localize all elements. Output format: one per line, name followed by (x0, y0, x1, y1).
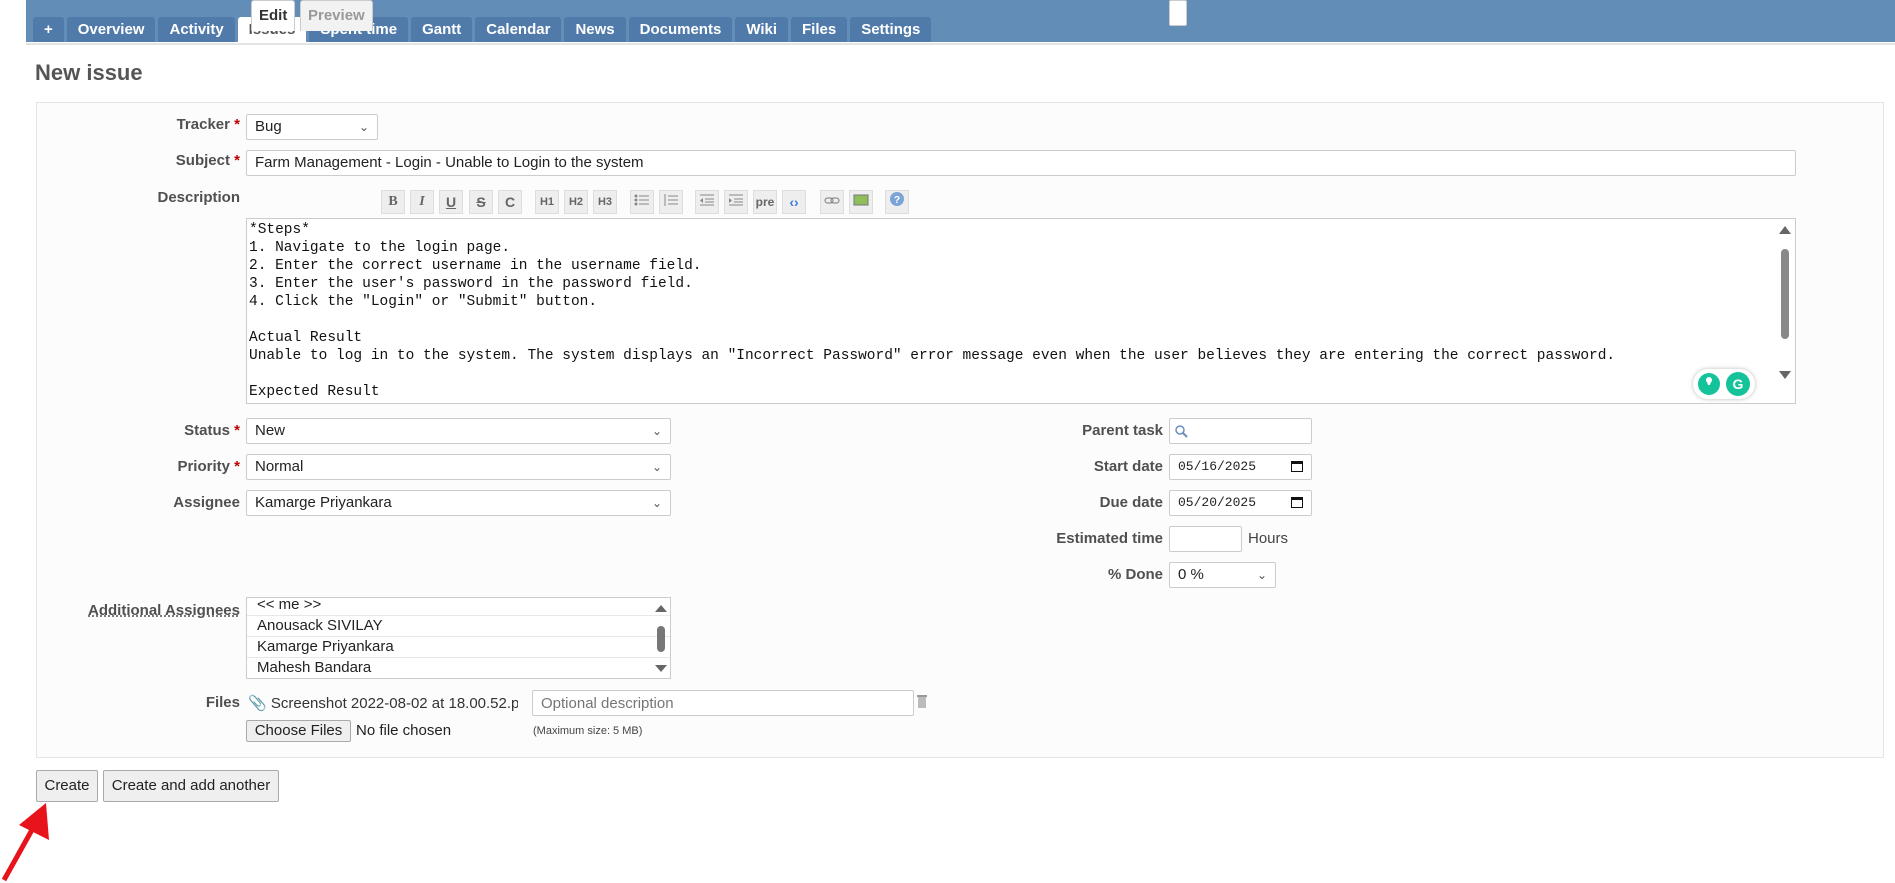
paperclip-icon: 📎 (248, 695, 267, 712)
subject-input[interactable]: Farm Management - Login - Unable to Logi… (246, 150, 1796, 176)
list-item[interactable]: Anousack SIVILAY (247, 616, 670, 637)
tab-new[interactable]: + (33, 17, 64, 42)
no-file-chosen-text: No file chosen (356, 722, 452, 739)
help-icon: ? (890, 192, 904, 206)
italic-button[interactable]: I (410, 190, 434, 214)
due-date-label: Due date (1099, 494, 1163, 511)
heading2-button[interactable]: H2 (564, 190, 588, 214)
numbered-list-icon (664, 194, 678, 206)
done-ratio-label: % Done (1107, 566, 1163, 583)
description-textarea[interactable]: *Steps* 1. Navigate to the login page. 2… (246, 218, 1796, 404)
description-tab-preview[interactable]: Preview (300, 0, 373, 31)
help-button[interactable]: ? (885, 190, 909, 214)
delete-attachment-button[interactable] (915, 693, 929, 711)
chevron-down-icon: ⌄ (651, 460, 662, 474)
ordered-list-button[interactable] (659, 190, 683, 214)
tab-activity[interactable]: Activity (158, 17, 235, 42)
svg-text:?: ? (894, 195, 900, 206)
header-divider (26, 43, 1895, 45)
red-arrow-annotation (1, 803, 49, 882)
unordered-list-button[interactable] (630, 190, 654, 214)
start-date-input[interactable]: 05/16/2025 (1169, 454, 1312, 480)
tab-overview[interactable]: Overview (66, 17, 156, 42)
assignee-label: Assignee (173, 494, 240, 511)
parent-task-label: Parent task (1082, 422, 1163, 439)
chevron-down-icon: ⌄ (1256, 568, 1267, 582)
choose-files-button[interactable]: Choose Files (246, 720, 351, 742)
link-button[interactable] (820, 190, 844, 214)
image-icon (853, 194, 869, 206)
tab-gantt[interactable]: Gantt (411, 17, 473, 42)
image-button[interactable] (849, 190, 873, 214)
indent-right-icon (729, 194, 743, 206)
link-icon (824, 197, 840, 204)
priority-label: Priority * (177, 458, 240, 475)
calendar-icon (1291, 461, 1303, 472)
grammarly-widget[interactable]: G (1693, 369, 1755, 399)
list-item[interactable]: Kamarge Priyankara (247, 637, 670, 658)
file-description-input[interactable] (532, 690, 914, 716)
start-date-input[interactable] (1169, 0, 1187, 26)
status-label: Status * (184, 422, 240, 439)
main-menu-tabs: + Overview Activity Issues Spent time Ga… (33, 17, 932, 42)
page-title: New issue (35, 60, 143, 85)
parent-task-input[interactable] (1169, 418, 1312, 444)
indent-left-icon (700, 194, 714, 206)
description-scrollbar[interactable] (1778, 223, 1792, 393)
chevron-down-icon: ⌄ (651, 496, 662, 510)
outdent-button[interactable] (695, 190, 719, 214)
svg-text:G: G (1733, 376, 1744, 392)
create-button[interactable]: Create (36, 770, 98, 802)
create-and-add-another-button[interactable]: Create and add another (103, 770, 279, 802)
estimated-time-label: Estimated time (1056, 530, 1163, 547)
max-size-note: (Maximum size: 5 MB) (533, 725, 643, 737)
tab-news[interactable]: News (564, 17, 626, 42)
attached-file-name: Screenshot 2022-08-02 at 18.00.52.pı (270, 695, 518, 712)
description-text: *Steps* 1. Navigate to the login page. 2… (249, 222, 1616, 400)
description-label: Description (157, 189, 240, 206)
done-ratio-select[interactable]: 0 % ⌄ (1169, 562, 1276, 588)
tab-settings[interactable]: Settings (850, 17, 932, 42)
bullet-list-icon (634, 194, 649, 206)
additional-assignees-listbox[interactable]: << me >> Anousack SIVILAY Kamarge Priyan… (246, 597, 671, 679)
heading1-button[interactable]: H1 (535, 190, 559, 214)
calendar-icon (1291, 497, 1303, 508)
subject-label: Subject * (175, 152, 240, 169)
tracker-select[interactable]: Bug ⌄ (246, 114, 378, 140)
search-icon (1174, 419, 1188, 443)
priority-select[interactable]: Normal ⌄ (246, 454, 671, 480)
estimated-time-input[interactable] (1169, 526, 1242, 552)
additional-assignees-label: Additional Assignees (88, 602, 240, 619)
tracker-label: Tracker * (176, 116, 240, 133)
assignees-scrollbar[interactable] (654, 602, 668, 676)
estimated-time-unit: Hours (1248, 530, 1289, 547)
underline-button[interactable]: U (439, 190, 463, 214)
list-item[interactable]: << me >> (247, 598, 670, 616)
heading3-button[interactable]: H3 (593, 190, 617, 214)
due-date-input[interactable]: 05/20/2025 (1169, 490, 1312, 516)
strikethrough-button[interactable]: S (469, 190, 493, 214)
start-date-label: Start date (1093, 458, 1163, 475)
bold-button[interactable]: B (381, 190, 405, 214)
assignee-select[interactable]: Kamarge Priyankara ⌄ (246, 490, 671, 516)
files-label: Files (205, 694, 240, 711)
list-item[interactable]: Mahesh Bandara (247, 658, 670, 678)
trash-icon (917, 695, 927, 708)
chevron-down-icon: ⌄ (358, 120, 369, 134)
tab-calendar[interactable]: Calendar (475, 17, 562, 42)
indent-button[interactable] (724, 190, 748, 214)
tab-files[interactable]: Files (791, 17, 848, 42)
tab-documents[interactable]: Documents (628, 17, 733, 42)
description-tab-edit[interactable]: Edit (251, 0, 296, 31)
chevron-down-icon: ⌄ (651, 424, 662, 438)
grammarly-icon: G (1698, 372, 1750, 396)
attached-file: 📎 Screenshot 2022-08-02 at 18.00.52.pı (248, 694, 518, 712)
code-button[interactable]: ‹› (782, 190, 806, 214)
inline-code-button[interactable]: C (498, 190, 522, 214)
pre-button[interactable]: pre (753, 190, 777, 214)
status-select[interactable]: New ⌄ (246, 418, 671, 444)
tab-wiki[interactable]: Wiki (735, 17, 789, 42)
